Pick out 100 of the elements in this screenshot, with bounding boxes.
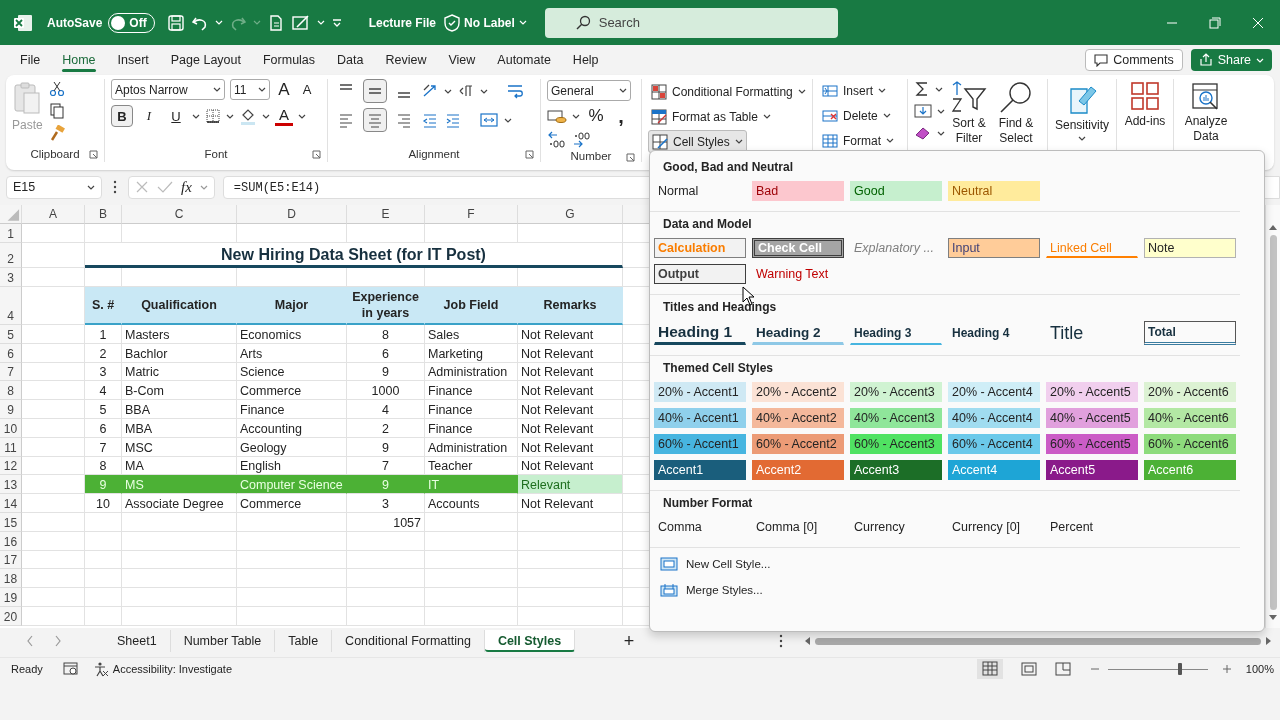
empty-cell[interactable] [237, 531, 347, 551]
cell-style-option[interactable]: Heading 4 [948, 321, 1040, 345]
normal-view-icon[interactable] [976, 659, 1003, 679]
zoom-in-icon[interactable] [1221, 664, 1232, 674]
caret-icon[interactable] [480, 87, 488, 95]
ribbon-tab[interactable]: File [11, 47, 50, 73]
empty-cell[interactable] [347, 550, 425, 570]
cancel-icon[interactable] [135, 180, 149, 194]
row-header[interactable]: 4 [0, 287, 22, 325]
dialog-launcher-icon[interactable] [525, 150, 534, 159]
ribbon-tab[interactable]: Automate [488, 47, 560, 73]
ribbon-tab[interactable]: View [439, 47, 485, 73]
bold-button[interactable]: B [111, 105, 133, 127]
caret-icon[interactable] [572, 112, 580, 120]
empty-cell[interactable] [122, 224, 237, 243]
caret-icon[interactable] [937, 107, 945, 115]
column-header[interactable]: D [237, 205, 347, 224]
merge-center-icon[interactable] [479, 111, 499, 129]
align-center-icon[interactable] [363, 108, 387, 132]
underline-button[interactable]: U [165, 105, 187, 127]
page-layout-view-icon[interactable] [1020, 662, 1037, 676]
analyze-data-button[interactable]: Analyze Data [1180, 79, 1232, 144]
wrap-text-icon[interactable] [505, 82, 525, 100]
cell-style-option[interactable]: 60% - Accent1 [654, 434, 746, 454]
ribbon-tab[interactable]: Help [563, 47, 608, 73]
empty-cell[interactable] [237, 550, 347, 570]
eraser-icon[interactable] [914, 125, 932, 141]
search-field[interactable]: Search [544, 7, 838, 38]
empty-cell[interactable] [425, 550, 518, 570]
column-header[interactable]: A [22, 205, 85, 224]
font-name-field[interactable]: Aptos Narrow [111, 79, 225, 100]
decrease-decimal-icon[interactable] [572, 131, 592, 149]
copy-icon[interactable] [48, 103, 65, 119]
cell-style-option[interactable]: 60% - Accent5 [1046, 434, 1138, 454]
cell-style-option[interactable]: 20% - Accent5 [1046, 382, 1138, 402]
splitter-icon[interactable] [779, 634, 784, 648]
empty-cell[interactable] [85, 531, 122, 551]
enter-icon[interactable] [157, 180, 173, 194]
empty-cell[interactable] [85, 550, 122, 570]
caret-icon[interactable] [797, 88, 806, 95]
cell-style-option[interactable]: 60% - Accent3 [850, 434, 942, 454]
caret-icon[interactable] [226, 112, 234, 120]
empty-cell[interactable] [347, 606, 425, 626]
zoom-slider-thumb[interactable] [1177, 662, 1182, 675]
caret-icon[interactable] [192, 112, 200, 120]
cell-style-option[interactable]: Explanatory ... [850, 238, 942, 258]
cell-style-option[interactable]: Warning Text [752, 264, 844, 284]
cell-style-option[interactable]: Total [1144, 321, 1236, 345]
column-header[interactable]: E [347, 205, 425, 224]
name-box[interactable]: E15 [6, 175, 102, 199]
cell-style-option[interactable]: 20% - Accent3 [850, 382, 942, 402]
cell-style-option[interactable]: 40% - Accent1 [654, 408, 746, 428]
column-header[interactable]: B [85, 205, 122, 224]
empty-cell[interactable] [237, 512, 347, 532]
cell-style-option[interactable]: 60% - Accent4 [948, 434, 1040, 454]
empty-cell[interactable] [518, 588, 623, 607]
format-painter-icon[interactable] [48, 125, 65, 141]
cell-style-option[interactable]: 40% - Accent6 [1144, 408, 1236, 428]
autosum-icon[interactable] [914, 81, 930, 97]
empty-cell[interactable] [347, 224, 425, 243]
ribbon-button[interactable]: Delete [819, 104, 894, 127]
cell-style-option[interactable]: 40% - Accent5 [1046, 408, 1138, 428]
sheet-tab[interactable]: Table [275, 630, 333, 652]
edit-image-icon[interactable] [290, 13, 311, 32]
caret-icon[interactable] [444, 87, 452, 95]
row-header[interactable]: 14 [0, 494, 22, 513]
dialog-launcher-icon[interactable] [312, 150, 321, 159]
shrink-font-button[interactable]: A [298, 82, 316, 97]
caret-icon[interactable] [878, 87, 886, 94]
font-size-field[interactable]: 11 [230, 79, 270, 100]
cell-style-option[interactable]: Currency [0] [948, 517, 1040, 537]
middle-align-icon[interactable] [363, 79, 387, 103]
customize-icon[interactable] [330, 16, 343, 29]
empty-cell[interactable] [237, 569, 347, 589]
caret-icon[interactable] [258, 86, 266, 93]
column-header[interactable]: F [425, 205, 518, 224]
empty-cell[interactable] [122, 512, 237, 532]
comma-style-button[interactable]: , [612, 106, 630, 126]
new-sheet-button[interactable]: + [617, 630, 642, 652]
caret-icon[interactable] [886, 137, 894, 144]
empty-cell[interactable] [347, 569, 425, 589]
empty-cell[interactable] [518, 550, 623, 570]
ribbon-tab[interactable]: Page Layout [161, 47, 250, 73]
empty-cell[interactable] [425, 588, 518, 607]
cell-style-option[interactable]: Accent5 [1046, 460, 1138, 480]
ribbon-tab[interactable]: Formulas [253, 47, 325, 73]
close-icon[interactable] [1252, 16, 1264, 29]
sheet-tab[interactable]: Cell Styles [484, 630, 576, 652]
scroll-up-icon[interactable] [1268, 223, 1278, 231]
dialog-launcher-icon[interactable] [89, 150, 98, 159]
cell-style-option[interactable]: Heading 1 [654, 321, 746, 345]
caret-icon[interactable] [619, 87, 627, 94]
cell-style-option[interactable]: Accent1 [654, 460, 746, 480]
empty-cell[interactable] [518, 569, 623, 589]
row-header[interactable]: 19 [0, 588, 22, 607]
ribbon-tab[interactable]: Insert [108, 47, 158, 73]
cell-style-option[interactable]: Output [654, 264, 746, 284]
empty-cell[interactable] [518, 512, 623, 532]
empty-cell[interactable] [85, 224, 122, 243]
cell-style-option[interactable]: 60% - Accent6 [1144, 434, 1236, 454]
